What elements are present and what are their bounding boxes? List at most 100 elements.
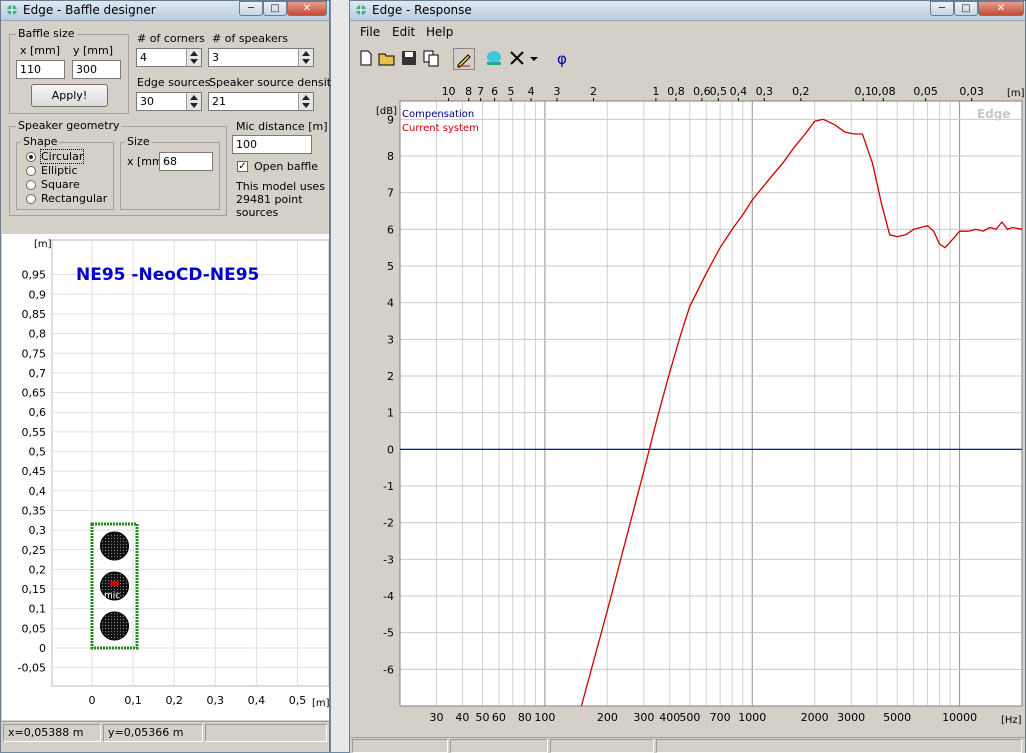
menu-file[interactable]: File [360, 25, 380, 39]
speaker-density-spinner[interactable]: 21 [208, 92, 314, 111]
response-top-tick-label: 0,1 [854, 85, 872, 98]
response-top-tick-label: 5 [507, 85, 514, 98]
phi-icon[interactable]: φ [552, 48, 572, 68]
model-info-line2: 29481 point [236, 193, 303, 206]
response-window: Edge - Response ─ □ ✕ File Edit Help φ 9… [349, 0, 1026, 753]
baffle-plot[interactable]: [m] [m] 0,95 0,9 0,85 0,8 0,75 0,7 0,65 0,6 0,55… [2, 234, 329, 720]
baffle-y-tick-label: 0,55 [22, 426, 47, 439]
model-info-line1: This model uses [236, 180, 325, 193]
delete-icon[interactable] [507, 48, 527, 68]
baffle-size-label: Baffle size [16, 27, 77, 40]
size-label: Size [125, 135, 152, 148]
response-y-tick-label: 3 [387, 333, 394, 346]
response-top-tick-label: 0,4 [730, 85, 748, 98]
spin-arrows[interactable] [298, 49, 313, 66]
radio-elliptic[interactable] [26, 166, 36, 176]
spin-arrows[interactable] [186, 49, 201, 66]
response-y-tick-label: 2 [387, 370, 394, 383]
radio-square[interactable] [26, 180, 36, 190]
maximize-button[interactable]: □ [954, 1, 978, 16]
svg-text:φ: φ [557, 50, 567, 68]
mic-distance-input[interactable]: 100 [232, 135, 312, 154]
response-top-tick-label: 0,03 [959, 85, 984, 98]
open-baffle-checkbox[interactable]: ✓ [237, 161, 248, 172]
save-icon[interactable] [399, 48, 419, 68]
baffle-y-tick-label: 0,9 [29, 288, 47, 301]
speaker-top [100, 531, 129, 561]
menu-edit[interactable]: Edit [392, 25, 415, 39]
response-top-tick-label: 0,2 [792, 85, 810, 98]
response-x-tick-label: 700 [710, 711, 731, 724]
copy-icon[interactable] [421, 48, 441, 68]
radio-rectangular-label[interactable]: Rectangular [41, 192, 107, 205]
baffle-titlebar[interactable]: Edge - Baffle designer ─ □ ✕ [1, 1, 329, 21]
response-x-tick-label: 10000 [942, 711, 977, 724]
baffle-y-tick-label: 0,65 [22, 387, 47, 400]
menu-help[interactable]: Help [426, 25, 453, 39]
close-button[interactable]: ✕ [978, 1, 1024, 16]
baffle-y-input[interactable]: 300 [72, 60, 121, 79]
radio-circular[interactable] [26, 152, 36, 162]
mic-distance-label: Mic distance [m] [236, 120, 328, 133]
edge-sources-spinner[interactable]: 30 [136, 92, 202, 111]
minimize-button[interactable]: ─ [239, 1, 263, 16]
background-window-strip [331, 0, 349, 752]
open-baffle-label[interactable]: Open baffle [254, 160, 318, 173]
close-button[interactable]: ✕ [287, 1, 327, 16]
baffle-y-tick-label: 0,85 [22, 308, 47, 321]
apply-button[interactable]: Apply! [31, 84, 108, 107]
response-y-tick-label: 6 [387, 223, 394, 236]
response-top-tick-label: 10 [442, 85, 456, 98]
radio-rectangular[interactable] [26, 194, 36, 204]
response-chart[interactable]: 9876543210-1-2-3-4-5-6 30 40 50 60 80 100 200 3… [350, 79, 1025, 737]
speaker-density-value: 21 [212, 95, 226, 108]
speaker-geometry-label: Speaker geometry [16, 119, 122, 132]
response-titlebar[interactable]: Edge - Response ─ □ ✕ [350, 1, 1025, 21]
corners-value: 4 [140, 51, 147, 64]
radio-circular-label[interactable]: Circular [39, 149, 85, 164]
baffle-y-tick-label: 0,2 [29, 563, 47, 576]
response-top-tick-label: 1 [652, 85, 659, 98]
status-cell-1 [352, 739, 448, 753]
baffle-y-tick-label: 0,45 [22, 465, 47, 478]
baffle-x-tick-label: 0,4 [248, 694, 266, 707]
lamp-icon[interactable] [484, 48, 504, 68]
maximize-button[interactable]: □ [263, 1, 287, 16]
baffle-y-tick-label: 0,25 [22, 544, 47, 557]
baffle-y-tick-label: 0,95 [22, 269, 47, 282]
response-top-tick-label: 0,8 [667, 85, 685, 98]
response-x-tick-label: 3000 [837, 711, 865, 724]
edge-sources-value: 30 [140, 95, 154, 108]
baffle-x-unit: [m] [312, 698, 329, 709]
open-icon[interactable] [377, 48, 397, 68]
size-x-input[interactable]: 68 [159, 152, 213, 171]
radio-square-label[interactable]: Square [41, 178, 80, 191]
baffle-x-tick-label: 0,2 [165, 694, 183, 707]
speakers-spinner[interactable]: 3 [208, 48, 314, 67]
response-y-tick-label: -2 [383, 517, 394, 530]
baffle-y-tick-label: 0,1 [29, 603, 47, 616]
response-top-tick-label: 0,08 [871, 85, 896, 98]
response-y-tick-label: -4 [383, 590, 394, 603]
minimize-button[interactable]: ─ [930, 1, 954, 16]
status-x: x=0,05388 m [3, 724, 101, 742]
baffle-y-tick-label: 0,4 [29, 485, 47, 498]
corners-spinner[interactable]: 4 [136, 48, 202, 67]
baffle-y-tick-label: 0,7 [29, 367, 47, 380]
spin-arrows[interactable] [186, 93, 201, 110]
baffle-y-tick-label: 0,8 [29, 328, 47, 341]
baffle-plot-title: NE95 -NeoCD-NE95 [76, 265, 259, 285]
shape-label: Shape [21, 135, 60, 148]
pen-icon[interactable] [453, 48, 475, 70]
baffle-x-input[interactable]: 110 [16, 60, 65, 79]
dropdown-icon[interactable] [528, 48, 540, 68]
x-axis-unit: [Hz] [1001, 715, 1022, 726]
baffle-x-tick-label: 0 [89, 694, 96, 707]
new-icon[interactable] [356, 48, 376, 68]
legend-compensation: Compensation [402, 109, 474, 120]
response-x-tick-label: 1000 [738, 711, 766, 724]
spin-arrows[interactable] [298, 93, 313, 110]
legend-current-system: Current system [402, 123, 479, 134]
radio-elliptic-label[interactable]: Elliptic [41, 164, 78, 177]
response-top-tick-label: 0,5 [710, 85, 728, 98]
